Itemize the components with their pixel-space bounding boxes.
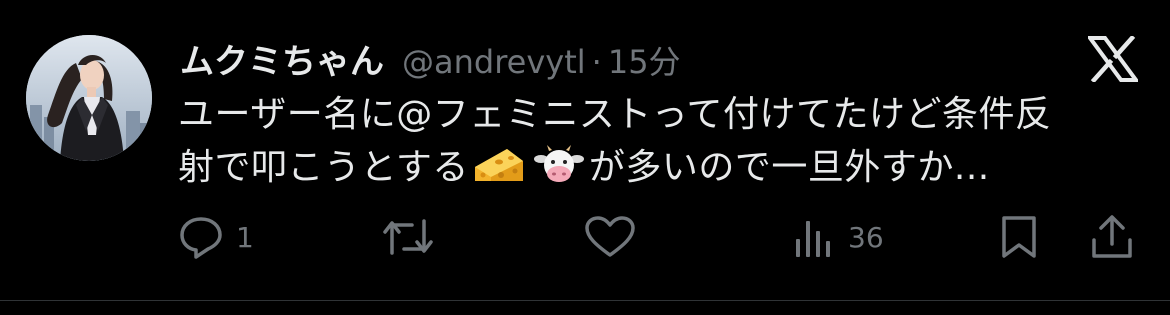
tweet-text-segment: 射で叩こうとする: [178, 147, 469, 188]
reply-button[interactable]: 1: [178, 212, 254, 262]
share-button[interactable]: [1090, 212, 1134, 262]
timestamp[interactable]: 15分: [608, 37, 681, 83]
user-handle[interactable]: @andrevytl: [402, 43, 586, 81]
tweet-actions: 1 36: [0, 212, 1170, 262]
heart-icon: [585, 216, 635, 257]
retweet-icon: [383, 219, 433, 255]
share-icon: [1092, 215, 1132, 258]
tweet-header: ムクミちゃん @andrevytl · 15分: [180, 34, 681, 82]
cheese-emoji: [473, 145, 525, 185]
like-button[interactable]: [584, 212, 648, 262]
tweet-text-line-1: ユーザー名に@フェミニストって付けてたけど条件反: [178, 94, 1052, 135]
x-logo-icon: [1086, 34, 1140, 84]
separator-dot: ·: [591, 43, 602, 81]
bookmark-button[interactable]: [998, 212, 1040, 262]
retweet-button[interactable]: [382, 212, 446, 262]
views-button[interactable]: 36: [792, 212, 884, 262]
views-bar-chart-icon: [796, 221, 830, 257]
avatar-image: [26, 35, 152, 161]
display-name[interactable]: ムクミちゃん: [180, 34, 384, 83]
views-count: 36: [848, 220, 884, 254]
reply-count: 1: [236, 220, 254, 254]
reply-icon: [180, 217, 222, 259]
tweet-text-line-2: 射で叩こうとする が多いので一旦外すか...: [178, 141, 1138, 194]
tweet-card[interactable]: ムクミちゃん @andrevytl · 15分 ユーザー名に@フェミニストって付…: [0, 0, 1170, 315]
bookmark-icon: [1002, 216, 1036, 258]
tweet-text: ユーザー名に@フェミニストって付けてたけど条件反 射で叩こうとする が多いので一…: [178, 88, 1138, 194]
tweet-divider: [0, 300, 1170, 301]
cow-face-emoji: [533, 145, 585, 185]
tweet-text-segment: が多いので一旦外すか...: [588, 147, 990, 188]
avatar[interactable]: [26, 35, 152, 161]
